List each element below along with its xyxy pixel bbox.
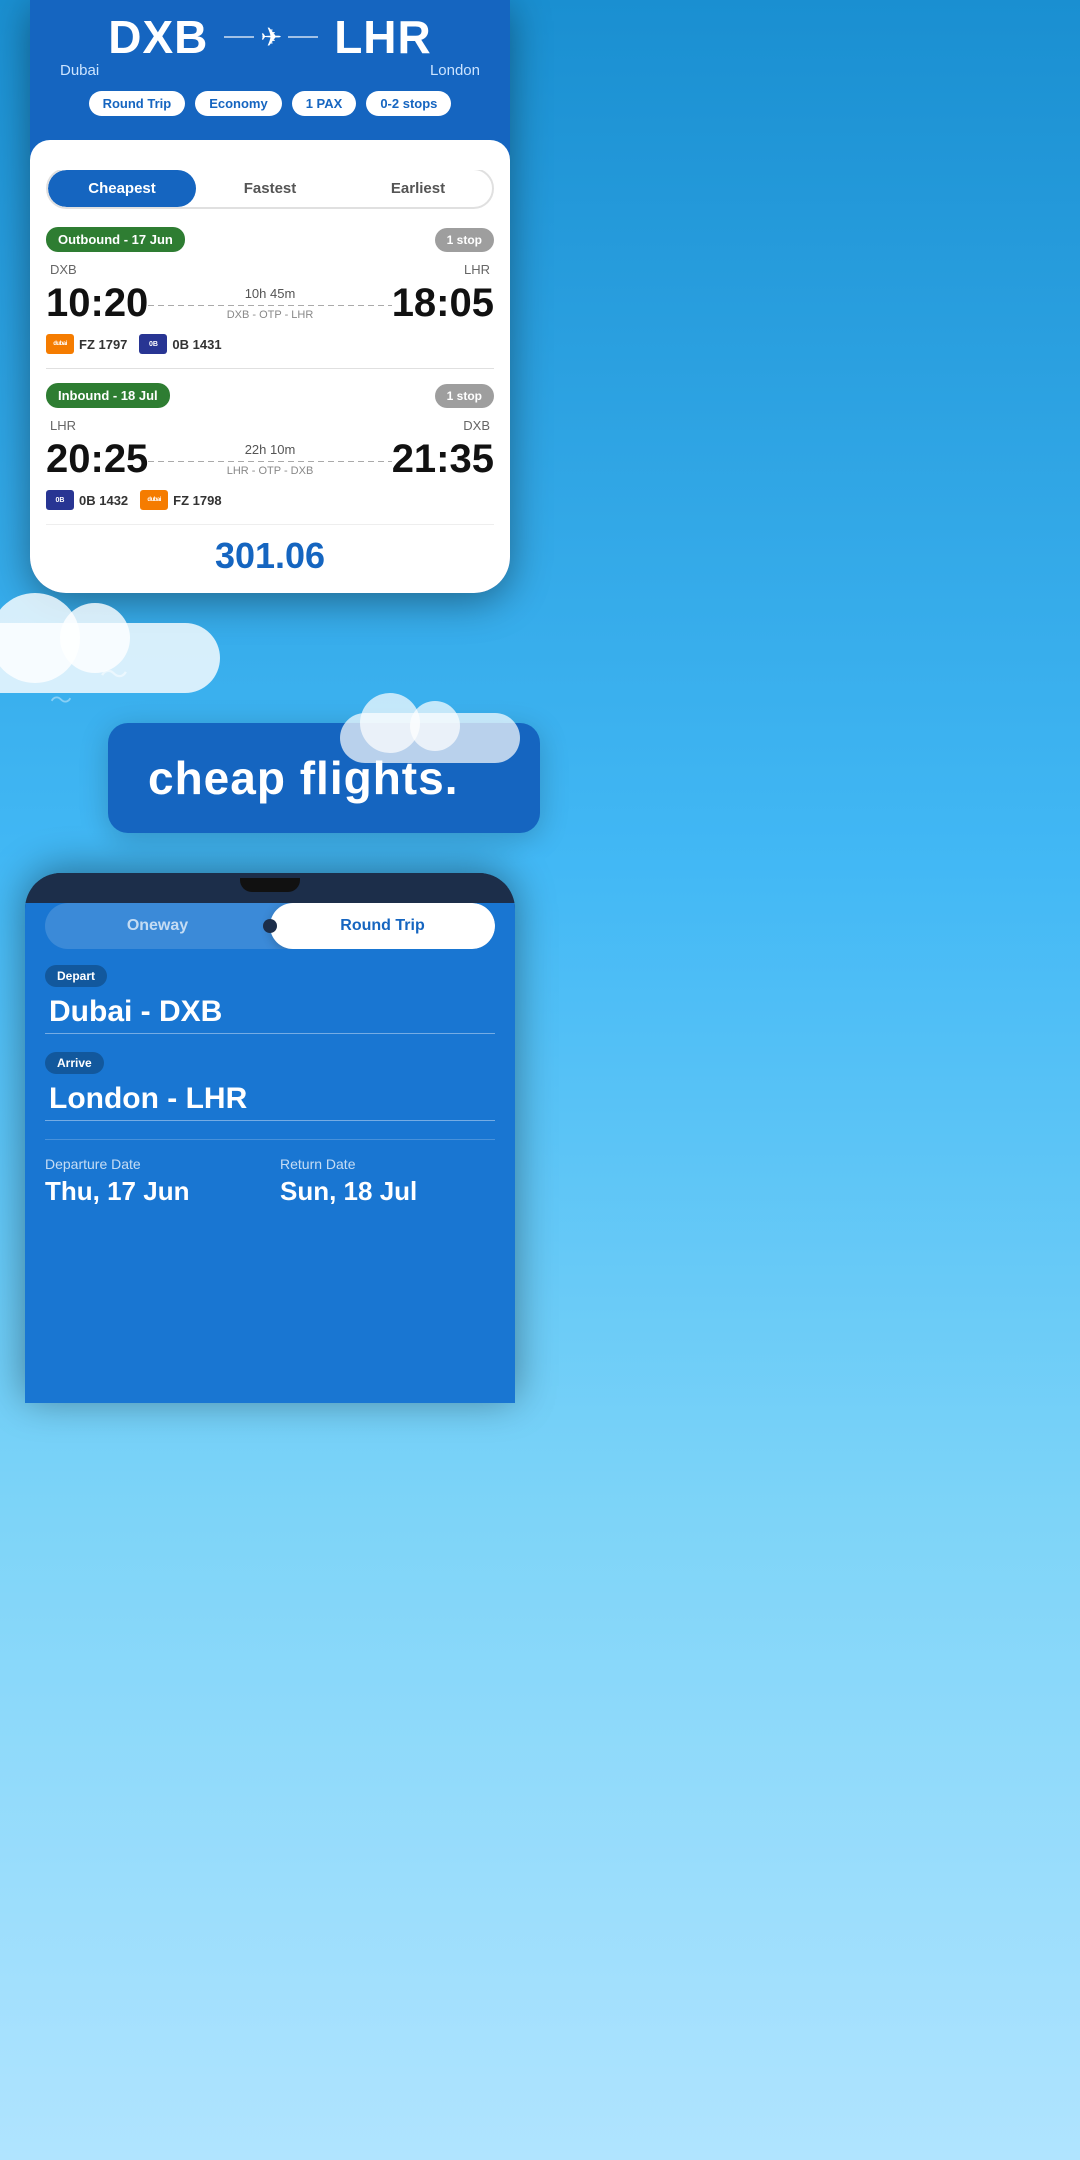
return-date-field[interactable]: Return Date Sun, 18 Jul [280, 1156, 495, 1207]
flight-direction-icon: ✈ [224, 22, 318, 53]
arrive-value[interactable]: London - LHR [45, 1082, 495, 1116]
inbound-section: Inbound - 18 Jul 1 stop LHR DXB 20:25 22… [46, 383, 494, 510]
outbound-section: Outbound - 17 Jun 1 stop DXB LHR 10:20 1… [46, 227, 494, 354]
cloud-1 [0, 623, 220, 693]
depart-value[interactable]: Dubai - DXB [45, 995, 495, 1029]
inbound-stops: 1 stop [435, 384, 494, 408]
section-divider [46, 368, 494, 369]
departure-date-field[interactable]: Departure Date Thu, 17 Jun [45, 1156, 260, 1207]
inbound-to: DXB [463, 418, 490, 433]
outbound-flight-2: 0B 1431 [172, 337, 221, 352]
tagline-bubble: cheap flights. [108, 723, 540, 833]
inbound-flight-2: FZ 1798 [173, 493, 221, 508]
tab-cheapest[interactable]: Cheapest [48, 170, 196, 207]
outbound-airline-2: 0B 0B 1431 [139, 334, 221, 354]
tagline-text: cheap flights. [148, 752, 458, 804]
arrive-label: Arrive [45, 1052, 104, 1074]
outbound-airlines: dubai FZ 1797 0B 0B 1431 [46, 334, 494, 354]
outbound-from: DXB [50, 262, 77, 277]
outbound-depart: 10:20 [46, 281, 148, 326]
flight-search-form: Depart Dubai - DXB Arrive London - LHR D… [25, 965, 515, 1207]
inbound-arrive: 21:35 [392, 437, 494, 482]
depart-label: Depart [45, 965, 107, 987]
dubai-logo-1: dubai [46, 334, 74, 354]
outbound-stops: 1 stop [435, 228, 494, 252]
dest-code: LHR [334, 14, 432, 60]
flight-header: DXB ✈ LHR Dubai London Round Trip Econom… [30, 0, 510, 138]
search-form-screen: Oneway Round Trip Depart Dubai - DXB Arr… [25, 903, 515, 1403]
tab-fastest[interactable]: Fastest [196, 170, 344, 207]
roundtrip-toggle[interactable]: Round Trip [270, 903, 495, 949]
dest-city: London [430, 62, 480, 79]
toggle-indicator [263, 919, 277, 933]
filter-pax[interactable]: 1 PAX [292, 91, 357, 116]
filter-tags: Round Trip Economy 1 PAX 0-2 stops [50, 91, 490, 130]
outbound-to: LHR [464, 262, 490, 277]
outbound-airline-1: dubai FZ 1797 [46, 334, 127, 354]
bird-2: 〜 [50, 683, 72, 715]
ob-logo-2: 0B [46, 490, 74, 510]
price-value: 301.06 [215, 535, 325, 576]
return-date-value: Sun, 18 Jul [280, 1176, 495, 1207]
departure-date-label: Departure Date [45, 1156, 260, 1172]
outbound-badge: Outbound - 17 Jun [46, 227, 185, 252]
trip-type-toggle[interactable]: Oneway Round Trip [45, 903, 495, 949]
oneway-toggle[interactable]: Oneway [45, 903, 270, 949]
bottom-phone: Oneway Round Trip Depart Dubai - DXB Arr… [25, 873, 515, 1403]
inbound-airline-1: 0B 0B 1432 [46, 490, 128, 510]
filter-stops[interactable]: 0-2 stops [366, 91, 451, 116]
inbound-flight-1: 0B 1432 [79, 493, 128, 508]
outbound-flight-1: FZ 1797 [79, 337, 127, 352]
results-content: Cheapest Fastest Earliest Outbound - 17 … [30, 168, 510, 593]
sort-tab-bar: Cheapest Fastest Earliest [46, 168, 494, 209]
form-divider-1 [45, 1033, 495, 1034]
outbound-arrive: 18:05 [392, 281, 494, 326]
filter-economy[interactable]: Economy [195, 91, 282, 116]
inbound-duration: 22h 10m [148, 442, 391, 457]
inbound-badge: Inbound - 18 Jul [46, 383, 170, 408]
notch-bar [25, 873, 515, 887]
dates-row: Departure Date Thu, 17 Jun Return Date S… [45, 1139, 495, 1207]
dubai-logo-2: dubai [140, 490, 168, 510]
inbound-airlines: 0B 0B 1432 dubai FZ 1798 [46, 490, 494, 510]
camera-notch [240, 878, 300, 892]
inbound-airline-2: dubai FZ 1798 [140, 490, 221, 510]
price-preview: 301.06 [46, 524, 494, 577]
middle-section: 〜 〜 cheap flights. [0, 593, 540, 873]
outbound-route: DXB - OTP - LHR [148, 309, 391, 321]
inbound-depart: 20:25 [46, 437, 148, 482]
outbound-duration: 10h 45m [148, 286, 391, 301]
filter-round-trip[interactable]: Round Trip [89, 91, 186, 116]
ob-logo-1: 0B [139, 334, 167, 354]
top-phone: DXB ✈ LHR Dubai London Round Trip Econom… [30, 0, 510, 593]
form-divider-2 [45, 1120, 495, 1121]
departure-date-value: Thu, 17 Jun [45, 1176, 260, 1207]
origin-code: DXB [108, 14, 208, 60]
inbound-route: LHR - OTP - DXB [148, 465, 391, 477]
inbound-from: LHR [50, 418, 76, 433]
tab-earliest[interactable]: Earliest [344, 170, 492, 207]
bird-1: 〜 [100, 653, 128, 693]
return-date-label: Return Date [280, 1156, 495, 1172]
origin-city: Dubai [60, 62, 99, 79]
